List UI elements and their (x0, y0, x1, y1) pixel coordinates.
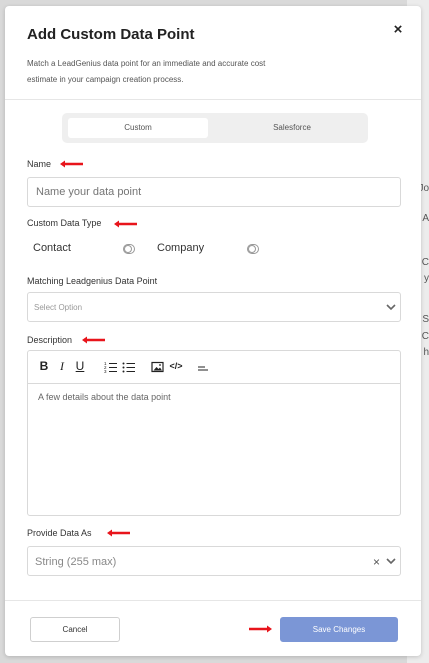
add-custom-data-point-modal: Add Custom Data Point × Match a LeadGeni… (5, 6, 421, 656)
annotation-arrow-icon (114, 220, 137, 228)
tab-bar: Custom Salesforce (62, 113, 368, 143)
italic-button[interactable]: I (56, 359, 68, 375)
annotation-arrow-icon (82, 336, 105, 344)
toggle-icon[interactable] (247, 244, 259, 254)
underline-button[interactable]: U (74, 359, 86, 375)
bullet-list-icon[interactable] (122, 359, 136, 375)
contact-option[interactable]: Contact (27, 236, 143, 262)
chevron-down-icon[interactable] (386, 556, 396, 566)
image-icon[interactable] (151, 359, 164, 375)
align-icon[interactable] (197, 359, 209, 375)
code-button[interactable]: </> (168, 361, 184, 377)
provide-data-as-label: Provide Data As (27, 528, 92, 538)
chevron-down-icon[interactable] (386, 302, 396, 312)
tab-salesforce[interactable]: Salesforce (222, 118, 362, 138)
company-option-label: Company (157, 242, 205, 254)
company-option[interactable]: Company (151, 236, 265, 262)
matching-select-placeholder: Select Option (34, 303, 83, 312)
tab-custom[interactable]: Custom (68, 118, 208, 138)
svg-text:3: 3 (104, 369, 107, 374)
background-text: C (421, 257, 429, 268)
background-text: h (423, 347, 429, 358)
background-text: S (422, 314, 429, 325)
annotation-arrow-icon (107, 529, 130, 537)
name-input[interactable] (27, 177, 401, 207)
save-changes-button[interactable]: Save Changes (280, 617, 398, 642)
background-text: A (422, 213, 429, 224)
bold-button[interactable]: B (38, 359, 50, 375)
provide-data-as-select[interactable]: String (255 max) (27, 546, 401, 576)
toggle-icon[interactable] (123, 244, 135, 254)
description-placeholder[interactable]: A few details about the data point (38, 392, 171, 402)
modal-title: Add Custom Data Point (27, 26, 195, 43)
cancel-button[interactable]: Cancel (30, 617, 120, 642)
annotation-arrow-icon (60, 160, 83, 168)
modal-header: Add Custom Data Point × Match a LeadGeni… (5, 6, 421, 100)
description-editor[interactable]: B I U 1 2 3 </> A few details about the … (27, 350, 401, 516)
description-label: Description (27, 335, 73, 345)
background-text: C (421, 331, 429, 342)
background-text: y (424, 273, 429, 284)
matching-data-point-label: Matching Leadgenius Data Point (27, 276, 158, 286)
clear-icon[interactable]: × (373, 555, 380, 569)
custom-data-type-label: Custom Data Type (27, 218, 102, 228)
provide-data-as-value: String (255 max) (35, 556, 117, 568)
modal-subtitle: Match a LeadGenius data point for an imm… (27, 59, 266, 84)
editor-toolbar: B I U 1 2 3 </> (28, 351, 400, 384)
close-icon[interactable]: × (391, 22, 405, 37)
matching-data-point-select[interactable]: Select Option (27, 292, 401, 322)
name-label: Name (27, 159, 52, 169)
contact-option-label: Contact (33, 242, 71, 254)
annotation-arrow-icon (249, 625, 272, 633)
ordered-list-icon[interactable]: 1 2 3 (104, 359, 118, 375)
